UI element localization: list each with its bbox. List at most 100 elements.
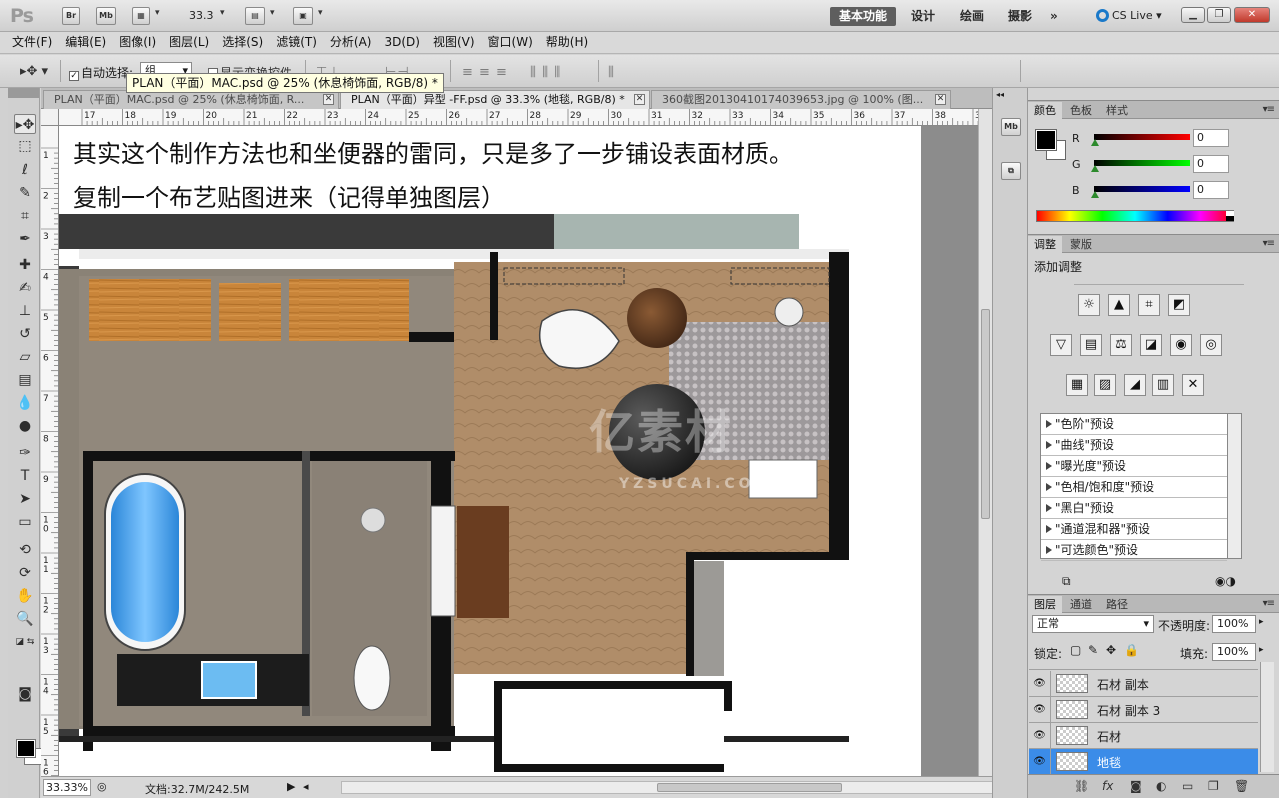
restore-icon[interactable]: ❐ xyxy=(1207,7,1231,23)
type-tool-icon[interactable]: T xyxy=(14,466,36,486)
chevron-down-icon[interactable]: ▾ xyxy=(155,8,160,18)
swap-colors-icon[interactable]: ◪ ⇆ xyxy=(14,632,36,652)
preset-curves[interactable]: "曲线"预设 xyxy=(1041,435,1227,456)
preset-exposure[interactable]: "曝光度"预设 xyxy=(1041,456,1227,477)
workspace-essentials[interactable]: 基本功能 xyxy=(830,7,896,26)
preset-levels[interactable]: "色阶"预设 xyxy=(1041,414,1227,435)
more-workspaces-icon[interactable]: » xyxy=(1050,7,1058,26)
info-icon[interactable]: ◎ xyxy=(97,780,107,793)
canvas-area[interactable]: 其实这个制作方法也和坐便器的雷同，只是多了一步铺设表面材质。 复制一个布艺贴图进… xyxy=(59,126,978,776)
layers-scrollbar[interactable] xyxy=(1260,662,1274,772)
lock-position-icon[interactable]: ✥ xyxy=(1106,643,1116,657)
workspace-photography[interactable]: 摄影 xyxy=(1008,7,1032,26)
opacity-field[interactable]: 100% xyxy=(1212,615,1256,633)
menu-view[interactable]: 视图(V) xyxy=(428,32,483,53)
menu-file[interactable]: 文件(F) xyxy=(7,32,60,53)
selective-color-icon[interactable]: ✕ xyxy=(1182,374,1204,396)
preset-channel-mixer[interactable]: "通道混和器"预设 xyxy=(1041,519,1227,540)
lasso-tool-icon[interactable]: ℓ xyxy=(14,160,36,180)
layer-row-stone-copy[interactable]: 👁 石材 副本 xyxy=(1029,671,1258,697)
3d-rotate-icon[interactable]: ⟲ xyxy=(14,540,36,560)
dodge-tool-icon[interactable]: ● xyxy=(14,416,36,436)
preset-selective-color[interactable]: "可选颜色"预设 xyxy=(1041,540,1227,561)
path-selection-icon[interactable]: ➤ xyxy=(14,489,36,509)
visibility-eye-icon[interactable]: 👁 xyxy=(1029,723,1051,748)
tab-color[interactable]: 颜色 xyxy=(1028,102,1062,119)
chevron-down-icon[interactable]: ▾ xyxy=(220,8,225,18)
tab-layers[interactable]: 图层 xyxy=(1028,596,1062,613)
fill-slider-arrow-icon[interactable]: ▸ xyxy=(1259,645,1264,655)
menu-edit[interactable]: 编辑(E) xyxy=(60,32,114,53)
presets-scrollbar[interactable] xyxy=(1228,413,1242,559)
history-brush-icon[interactable]: ↺ xyxy=(14,324,36,344)
crop-tool-icon[interactable]: ⌗ xyxy=(14,206,36,226)
preview-toggle-icon[interactable]: ◉◑ xyxy=(1215,574,1236,588)
channel-mixer-icon[interactable]: ◎ xyxy=(1200,334,1222,356)
horizontal-ruler[interactable]: 17 18 19 20 21 22 23 24 25 26 27 28 29 30 31 32 33 34 35 36… xyxy=(59,109,978,126)
slider-handle[interactable] xyxy=(1091,165,1099,172)
green-gradient-bar[interactable] xyxy=(1094,160,1190,166)
gradient-icon[interactable]: ▤ xyxy=(14,370,36,390)
distribute-horizontal-icon[interactable]: ⫼ ⫼ ⫼ xyxy=(530,65,561,80)
cs-live-menu[interactable]: CS Live ▾ xyxy=(1096,7,1162,25)
zoom-level[interactable]: 33.3 xyxy=(189,9,214,22)
layer-row-stone-copy-3[interactable]: 👁 石材 副本 3 xyxy=(1029,697,1258,723)
add-mask-icon[interactable]: ◙ xyxy=(1130,779,1142,793)
workspace-design[interactable]: 设计 xyxy=(911,7,935,26)
visibility-eye-icon[interactable]: 👁 xyxy=(1029,671,1051,696)
eraser-icon[interactable]: ▱ xyxy=(14,347,36,367)
scroll-thumb[interactable] xyxy=(657,783,842,792)
marquee-tool-icon[interactable]: ⬚ xyxy=(14,136,36,156)
tab-channels[interactable]: 通道 xyxy=(1064,596,1098,613)
clip-to-layer-icon[interactable]: ⧉ xyxy=(1062,574,1071,589)
blur-tool-icon[interactable]: 💧 xyxy=(14,393,36,413)
scroll-left-icon[interactable]: ◂ xyxy=(303,780,309,793)
red-value-field[interactable]: 0 xyxy=(1193,129,1229,147)
quick-mask-icon[interactable]: ◙ xyxy=(14,684,36,704)
bridge-button[interactable]: Br xyxy=(62,7,80,25)
layer-style-icon[interactable]: fx xyxy=(1102,779,1113,793)
blue-slider[interactable]: B 0 xyxy=(1036,181,1270,199)
posterize-icon[interactable]: ▨ xyxy=(1094,374,1116,396)
close-icon[interactable]: ✕ xyxy=(634,94,645,105)
lock-pixels-icon[interactable]: ✎ xyxy=(1088,643,1098,657)
foreground-color-swatch[interactable] xyxy=(16,739,36,758)
layer-row-partial[interactable] xyxy=(1029,662,1258,670)
tab-masks[interactable]: 蒙版 xyxy=(1064,236,1098,253)
layer-row-carpet[interactable]: 👁 地毯 xyxy=(1029,749,1258,775)
mini-bridge-panel-icon[interactable]: Mb xyxy=(1001,118,1021,136)
new-adjustment-layer-icon[interactable]: ◐ xyxy=(1156,779,1166,793)
invert-icon[interactable]: ▦ xyxy=(1066,374,1088,396)
ruler-origin[interactable] xyxy=(41,109,59,126)
gradient-map-icon[interactable]: ▥ xyxy=(1152,374,1174,396)
screen-mode-icon[interactable]: ▣ xyxy=(293,7,313,25)
distribute-vertical-icon[interactable]: ≡ ≡ ≡ xyxy=(462,65,508,80)
tab-adjustments[interactable]: 调整 xyxy=(1028,236,1062,253)
shape-tool-icon[interactable]: ▭ xyxy=(14,512,36,532)
move-tool-preset-icon[interactable]: ▸✥ ▾ xyxy=(20,64,48,79)
quick-selection-icon[interactable]: ✎ xyxy=(14,183,36,203)
visibility-eye-icon[interactable]: 👁 xyxy=(1029,697,1051,722)
preset-black-white[interactable]: "黑白"预设 xyxy=(1041,498,1227,519)
black-white-ramp[interactable] xyxy=(1226,211,1234,221)
close-icon[interactable]: ✕ xyxy=(935,94,946,105)
canvas-vertical-scrollbar[interactable] xyxy=(978,109,992,776)
menu-filter[interactable]: 滤镜(T) xyxy=(271,32,325,53)
color-balance-icon[interactable]: ⚖ xyxy=(1110,334,1132,356)
document-canvas[interactable]: 其实这个制作方法也和坐便器的雷同，只是多了一步铺设表面材质。 复制一个布艺贴图进… xyxy=(59,126,921,776)
blend-mode-dropdown[interactable]: 正常 ▾ xyxy=(1032,615,1154,633)
vertical-ruler[interactable]: 12345678910111213141516 xyxy=(41,126,59,776)
visibility-eye-icon[interactable]: 👁 xyxy=(1029,749,1051,774)
menu-analysis[interactable]: 分析(A) xyxy=(325,32,380,53)
status-zoom-field[interactable]: 33.33% xyxy=(43,779,91,796)
red-slider[interactable]: R 0 xyxy=(1036,129,1270,147)
delete-layer-icon[interactable]: 🗑 xyxy=(1234,779,1249,793)
menu-window[interactable]: 窗口(W) xyxy=(483,32,541,53)
brightness-contrast-icon[interactable]: ☼ xyxy=(1078,294,1100,316)
toolbox-grip[interactable] xyxy=(8,88,39,98)
hue-saturation-icon[interactable]: ▤ xyxy=(1080,334,1102,356)
menu-help[interactable]: 帮助(H) xyxy=(541,32,596,53)
tab-swatches[interactable]: 色板 xyxy=(1064,102,1098,119)
preset-hue-saturation[interactable]: "色相/饱和度"预设 xyxy=(1041,477,1227,498)
status-menu-arrow-icon[interactable]: ▶ xyxy=(287,780,295,793)
